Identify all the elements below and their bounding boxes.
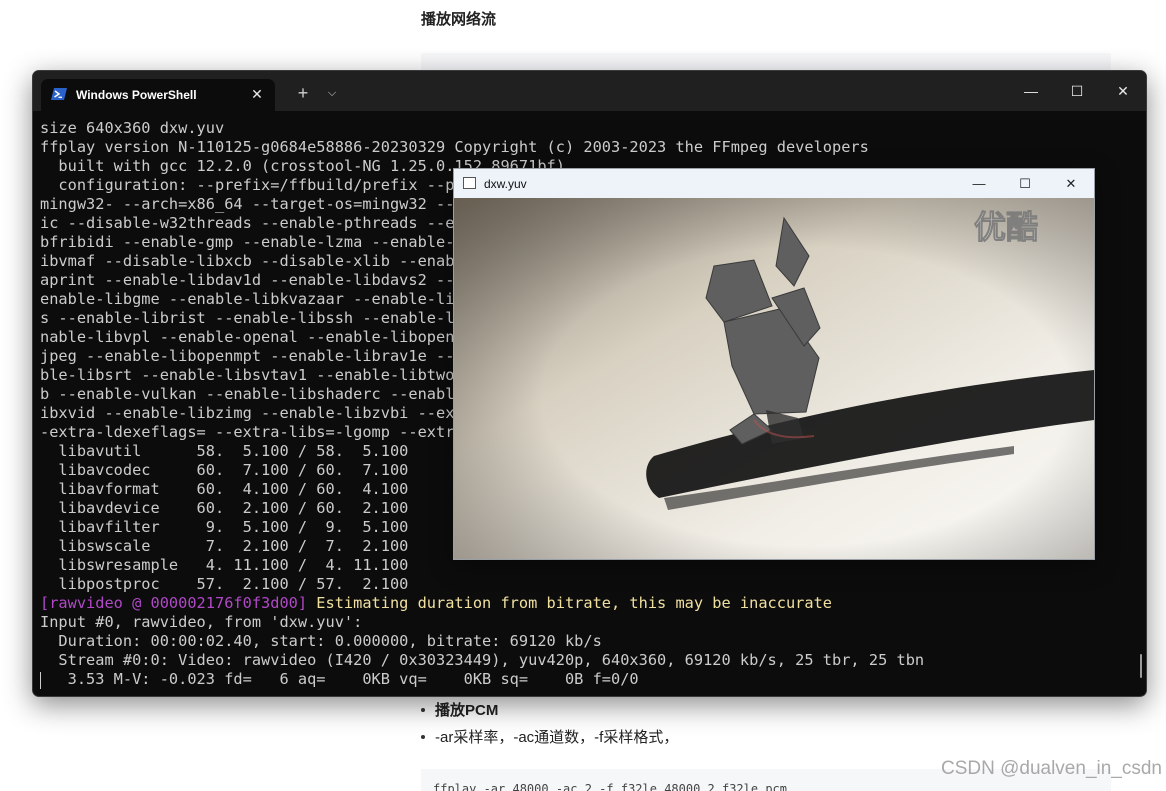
bullet-item-play-pcm: 播放PCM (421, 699, 498, 720)
video-frame[interactable]: 优酷 (454, 198, 1094, 559)
player-title: dxw.yuv (484, 177, 527, 191)
youku-logo: 优酷 (974, 208, 1038, 246)
powershell-icon (51, 88, 67, 100)
player-maximize-button[interactable]: ☐ (1002, 169, 1048, 198)
close-tab-icon[interactable]: ✕ (247, 84, 267, 104)
chevron-down-icon[interactable]: ⌵ (321, 81, 343, 105)
bullet-label: -ar采样率，-ac通道数，-f采样格式， (435, 729, 679, 746)
player-close-button[interactable]: ✕ (1048, 169, 1094, 198)
new-tab-button[interactable]: + (291, 81, 315, 105)
bullet-label: 播放PCM (435, 702, 499, 719)
terminal-line: size 640x360 dxw.yuv (40, 119, 225, 137)
terminal-line: Stream #0:0: Video: rawvideo (I420 / 0x3… (40, 651, 925, 669)
warning-text: Estimating duration from bitrate, this m… (307, 594, 833, 612)
bullet-item-pcm-options: -ar采样率，-ac通道数，-f采样格式， (421, 726, 678, 747)
close-window-button[interactable]: ✕ (1100, 71, 1146, 111)
terminal-line: [rawvideo @ 000002176f0f3d00] Estimating… (40, 594, 1130, 613)
terminal-line: Input #0, rawvideo, from 'dxw.yuv': (40, 613, 363, 631)
window-icon (463, 177, 476, 189)
blog-heading: 播放网络流 (421, 11, 497, 28)
maximize-button[interactable]: ☐ (1054, 71, 1100, 111)
player-titlebar[interactable]: dxw.yuv — ☐ ✕ (454, 169, 1094, 198)
bullet-dot (421, 734, 425, 739)
terminal-line: Duration: 00:00:02.40, start: 0.000000, … (40, 632, 602, 650)
bullet-dot (421, 707, 425, 712)
terminal-line: ffplay version N-110125-g0684e58886-2023… (40, 138, 869, 156)
tab-windows-powershell[interactable]: Windows PowerShell ✕ (41, 79, 275, 111)
csdn-watermark: CSDN @dualven_in_csdn (940, 758, 1162, 779)
powershell-titlebar[interactable]: Windows PowerShell ✕ + ⌵ — ☐ ✕ (33, 71, 1146, 111)
terminal-line: libpostproc 57. 2.100 / 57. 2.100 (40, 575, 409, 593)
terminal-line: 3.53 M-V: -0.023 fd= 6 aq= 0KB vq= 0KB s… (40, 670, 639, 688)
minimize-button[interactable]: — (1008, 71, 1054, 111)
terminal-scrollbar[interactable] (1140, 654, 1142, 678)
terminal-cursor (40, 672, 41, 689)
player-minimize-button[interactable]: — (956, 169, 1002, 198)
log-source-tag: [rawvideo @ 000002176f0f3d00] (40, 594, 308, 612)
player-window: dxw.yuv — ☐ ✕ 优酷 (453, 168, 1095, 560)
tab-title: Windows PowerShell (76, 88, 197, 102)
